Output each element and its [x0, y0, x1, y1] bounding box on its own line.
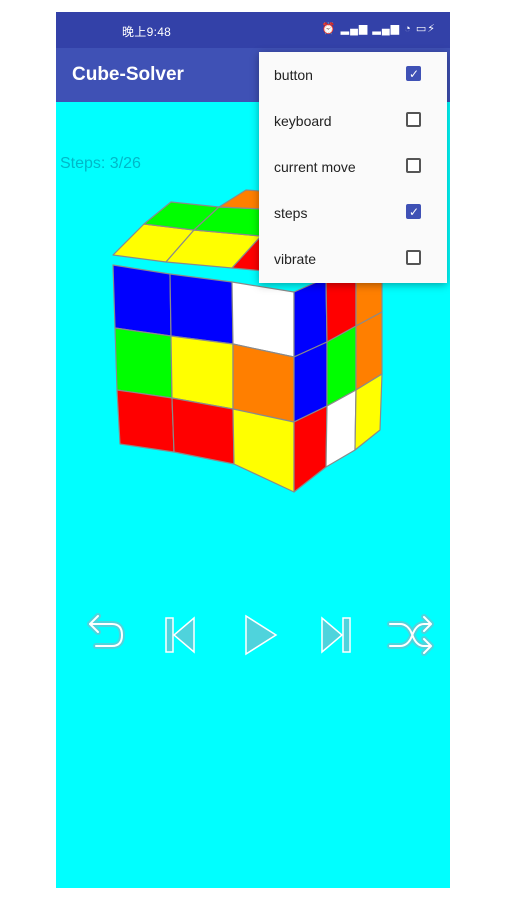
menu-item-label: steps [274, 205, 308, 221]
current-move-checkbox[interactable]: ✓ [406, 158, 421, 173]
cube-front-facelet [170, 335, 234, 410]
options-menu: button ✓ keyboard ✓ current move ✓ steps… [259, 52, 447, 283]
skip-next-icon [321, 616, 351, 654]
cube-front-facelet [232, 408, 295, 493]
phone-screen: 晚上9:48 ⏰ ▂▄▆ ▂▄▆ ◔ ▭⚡ Cube-Solver Steps:… [56, 12, 450, 888]
vibrate-checkbox[interactable]: ✓ [406, 250, 421, 265]
menu-item-current-move[interactable]: current move ✓ [259, 144, 447, 190]
menu-item-steps[interactable]: steps ✓ [259, 190, 447, 236]
keyboard-checkbox[interactable]: ✓ [406, 112, 421, 127]
menu-item-keyboard[interactable]: keyboard ✓ [259, 98, 447, 144]
button-checkbox[interactable]: ✓ [406, 66, 421, 81]
menu-item-vibrate[interactable]: vibrate ✓ [259, 236, 447, 282]
play-button[interactable] [232, 610, 284, 660]
skip-previous-icon [165, 616, 195, 654]
cube-front-facelet [114, 327, 173, 399]
cube-front-facelet [232, 343, 295, 423]
menu-item-button[interactable]: button ✓ [259, 52, 447, 98]
cube-front-facelet [169, 273, 234, 345]
shuffle-button[interactable] [384, 610, 436, 660]
cube-front-facelet [116, 389, 175, 453]
next-button[interactable] [310, 610, 362, 660]
steps-checkbox[interactable]: ✓ [406, 204, 421, 219]
play-icon [245, 614, 278, 656]
check-icon: ✓ [409, 205, 420, 219]
playback-controls [76, 610, 436, 660]
cube-front-facelet [171, 397, 235, 465]
check-icon: ✓ [409, 67, 420, 81]
cube-front-facelet [112, 264, 172, 337]
menu-item-label: button [274, 67, 313, 83]
shuffle-icon [387, 614, 434, 656]
previous-button[interactable] [154, 610, 206, 660]
undo-button[interactable] [76, 610, 128, 660]
menu-item-label: current move [274, 159, 356, 175]
menu-item-label: keyboard [274, 113, 332, 129]
menu-item-label: vibrate [274, 251, 317, 267]
